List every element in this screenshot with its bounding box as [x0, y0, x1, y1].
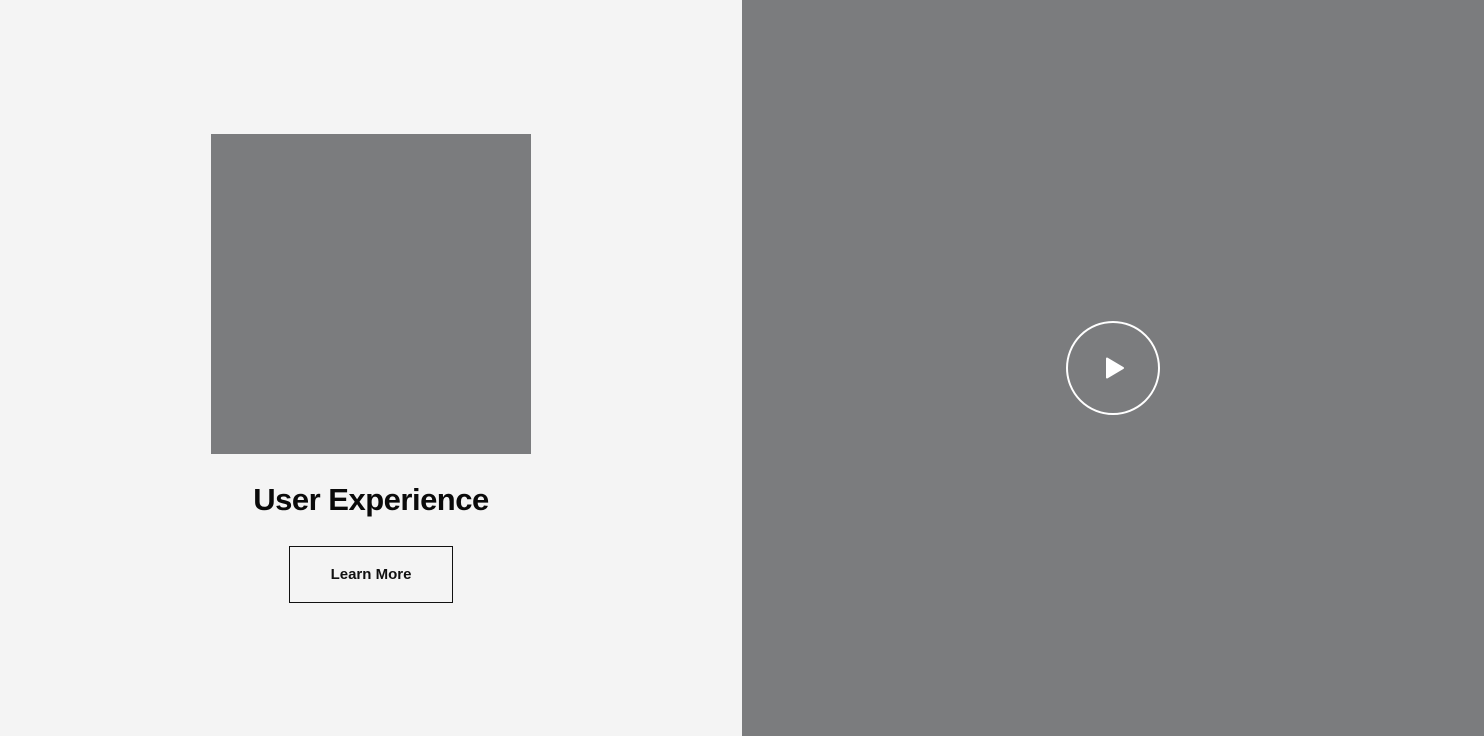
- learn-more-button[interactable]: Learn More: [289, 546, 453, 603]
- feature-image-placeholder: [211, 134, 531, 454]
- feature-panel: User Experience Learn More: [0, 0, 742, 736]
- feature-title: User Experience: [253, 482, 489, 517]
- play-icon: [1106, 357, 1124, 379]
- video-panel: [742, 0, 1484, 736]
- play-button[interactable]: [1066, 321, 1160, 415]
- page: User Experience Learn More: [0, 0, 1484, 736]
